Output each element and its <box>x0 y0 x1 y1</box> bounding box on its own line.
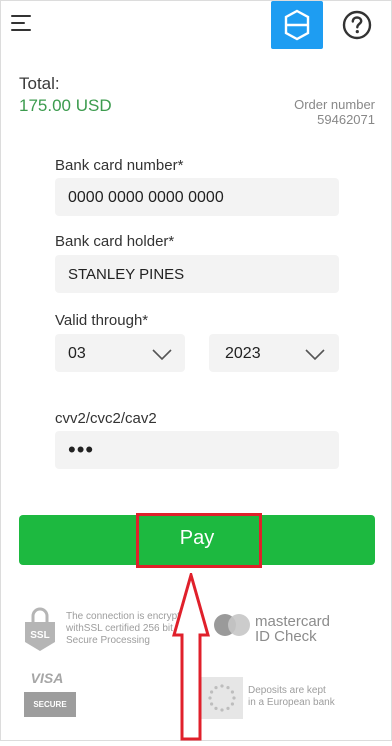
cvv-value: ••• <box>68 437 95 462</box>
card-holder-value: STANLEY PINES <box>68 266 185 283</box>
mastercard-line: ID Check <box>255 628 317 645</box>
eu-text-line: Deposits are kept <box>248 685 326 696</box>
visa-secure-badge: VISA SECURE <box>24 670 76 718</box>
eu-text-line: in a European bank <box>248 697 335 708</box>
card-holder-label: Bank card holder* <box>55 233 175 250</box>
cvv-input[interactable]: ••• <box>55 431 339 469</box>
year-value: 2023 <box>225 345 261 362</box>
order-number-label: Order number <box>294 97 375 112</box>
total-label: Total: <box>19 74 60 93</box>
mastercard-line: mastercard <box>255 613 331 630</box>
card-number-label: Bank card number* <box>55 157 184 174</box>
card-number-input[interactable]: 0000 0000 0000 0000 <box>55 178 339 216</box>
year-select[interactable]: 2023 <box>209 334 339 372</box>
card-number-value: 0000 0000 0000 0000 <box>68 189 224 206</box>
arrow-up-icon <box>172 569 210 741</box>
total-amount: 175.00 USD <box>19 96 112 115</box>
hamburger-menu-icon[interactable] <box>11 15 33 35</box>
valid-through-label: Valid through* <box>55 312 149 329</box>
visa-text: VISA <box>30 670 64 686</box>
visa-secure-text: SECURE <box>24 692 76 717</box>
chevron-down-icon <box>305 348 325 361</box>
eu-bank-text: Deposits are kept in a European bank <box>248 685 335 709</box>
month-select[interactable]: 03 <box>55 334 185 372</box>
mastercard-text: mastercard ID Check <box>255 614 330 644</box>
question-mark-icon[interactable] <box>342 10 372 40</box>
chevron-down-icon <box>152 348 172 361</box>
cvv-label: cvv2/cvc2/cav2 <box>55 410 157 427</box>
card-holder-input[interactable]: STANLEY PINES <box>55 255 339 293</box>
shield-logo-icon[interactable] <box>271 1 323 49</box>
pay-highlight-box <box>136 513 262 568</box>
order-number-value: 59462071 <box>317 112 375 127</box>
ssl-lock-icon: SSL <box>22 604 58 652</box>
month-value: 03 <box>68 345 86 362</box>
ssl-badge-text: SSL <box>30 630 50 641</box>
mastercard-logo-icon <box>213 613 251 637</box>
